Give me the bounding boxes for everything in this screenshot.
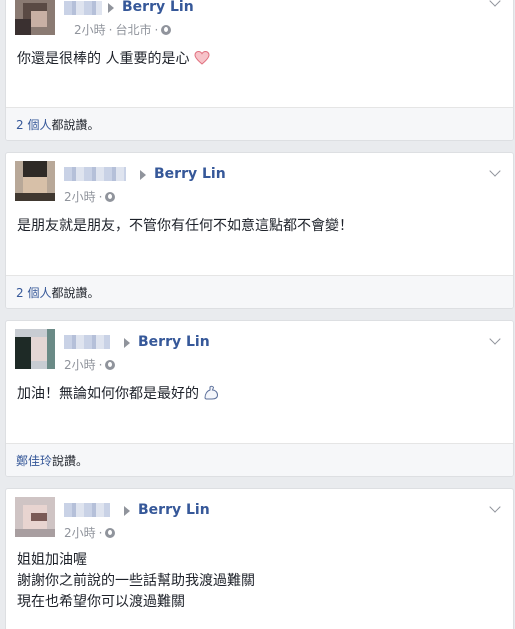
- chevron-down-icon[interactable]: [489, 333, 501, 345]
- chevron-down-icon[interactable]: [489, 501, 501, 513]
- author-name-blurred[interactable]: [64, 1, 102, 15]
- globe-icon[interactable]: [105, 192, 116, 202]
- post-meta: 2小時 · 台北市 ·: [74, 21, 172, 38]
- likes-bar: 鄭佳玲說讚。: [6, 443, 513, 476]
- likes-suffix: 都說讚。: [51, 286, 100, 300]
- globe-icon[interactable]: [105, 528, 116, 538]
- author-name-blurred[interactable]: [64, 167, 126, 181]
- post-text-line: 現在也希望你可以渡過難關: [17, 594, 185, 610]
- target-name-link[interactable]: Berry Lin: [138, 334, 210, 350]
- arrow-right-icon: [124, 506, 130, 516]
- heart-icon: [194, 50, 210, 65]
- post-location[interactable]: 台北市: [115, 23, 151, 37]
- chevron-down-icon[interactable]: [489, 165, 501, 177]
- meta-separator: ·: [154, 23, 159, 37]
- flexed-biceps-icon: [204, 385, 219, 400]
- avatar[interactable]: [15, 329, 55, 369]
- post-card: Berry Lin 2小時 · 姐姐加油喔 謝謝你之前說的一些話幫助我渡過難關 現…: [5, 488, 514, 629]
- arrow-right-icon: [140, 170, 146, 180]
- post-time[interactable]: 2小時: [64, 190, 96, 204]
- avatar[interactable]: [15, 0, 55, 35]
- post-text-line: 加油！無論如何你都是最好的: [17, 386, 199, 402]
- post-card: Berry Lin 2小時 · 是朋友就是朋友，不管你有任何不如意這點都不會變！ …: [5, 152, 514, 309]
- post-text-line: 你還是很棒的 人重要的是心: [17, 51, 190, 67]
- post-card: Berry Lin 2小時 · 台北市 · 你還是很棒的 人重要的是心 2 個人都說讚…: [5, 0, 514, 141]
- post-time[interactable]: 2小時: [64, 526, 96, 540]
- chevron-down-icon[interactable]: [489, 0, 501, 7]
- arrow-right-icon: [108, 3, 114, 13]
- likes-link[interactable]: 鄭佳玲: [16, 454, 52, 468]
- post-meta: 2小時 ·: [64, 524, 116, 541]
- likes-suffix: 說讚。: [52, 454, 89, 468]
- post-text-line: 姐姐加油喔: [17, 552, 87, 568]
- meta-separator: ·: [98, 358, 103, 372]
- post-text-line: 謝謝你之前說的一些話幫助我渡過難關: [17, 573, 255, 589]
- post-time[interactable]: 2小時: [64, 358, 96, 372]
- target-name-link[interactable]: Berry Lin: [138, 502, 210, 518]
- likes-link[interactable]: 2 個人: [16, 118, 51, 132]
- globe-icon[interactable]: [161, 25, 172, 35]
- post-text: 姐姐加油喔 謝謝你之前說的一些話幫助我渡過難關 現在也希望你可以渡過難關: [17, 550, 255, 613]
- post-text: 加油！無論如何你都是最好的: [17, 384, 219, 405]
- post-text-line: 是朋友就是朋友，不管你有任何不如意這點都不會變！: [17, 218, 353, 234]
- arrow-right-icon: [124, 338, 130, 348]
- author-name-blurred[interactable]: [64, 503, 110, 517]
- post-text: 你還是很棒的 人重要的是心: [17, 49, 210, 70]
- likes-bar: 2 個人都說讚。: [6, 107, 513, 140]
- meta-separator: ·: [98, 526, 103, 540]
- author-name-blurred[interactable]: [64, 335, 110, 349]
- target-name-link[interactable]: Berry Lin: [122, 0, 194, 15]
- post-time[interactable]: 2小時: [74, 23, 106, 37]
- post-text: 是朋友就是朋友，不管你有任何不如意這點都不會變！: [17, 216, 353, 237]
- globe-icon[interactable]: [105, 360, 116, 370]
- post-card: Berry Lin 2小時 · 加油！無論如何你都是最好的 鄭佳玲說讚。: [5, 320, 514, 477]
- avatar[interactable]: [15, 497, 55, 537]
- post-meta: 2小時 ·: [64, 188, 116, 205]
- likes-suffix: 都說讚。: [51, 118, 100, 132]
- meta-separator: ·: [98, 190, 103, 204]
- post-meta: 2小時 ·: [64, 356, 116, 373]
- target-name-link[interactable]: Berry Lin: [154, 166, 226, 182]
- likes-link[interactable]: 2 個人: [16, 286, 51, 300]
- likes-bar: 2 個人都說讚。: [6, 275, 513, 308]
- avatar[interactable]: [15, 161, 55, 201]
- meta-separator: ·: [108, 23, 113, 37]
